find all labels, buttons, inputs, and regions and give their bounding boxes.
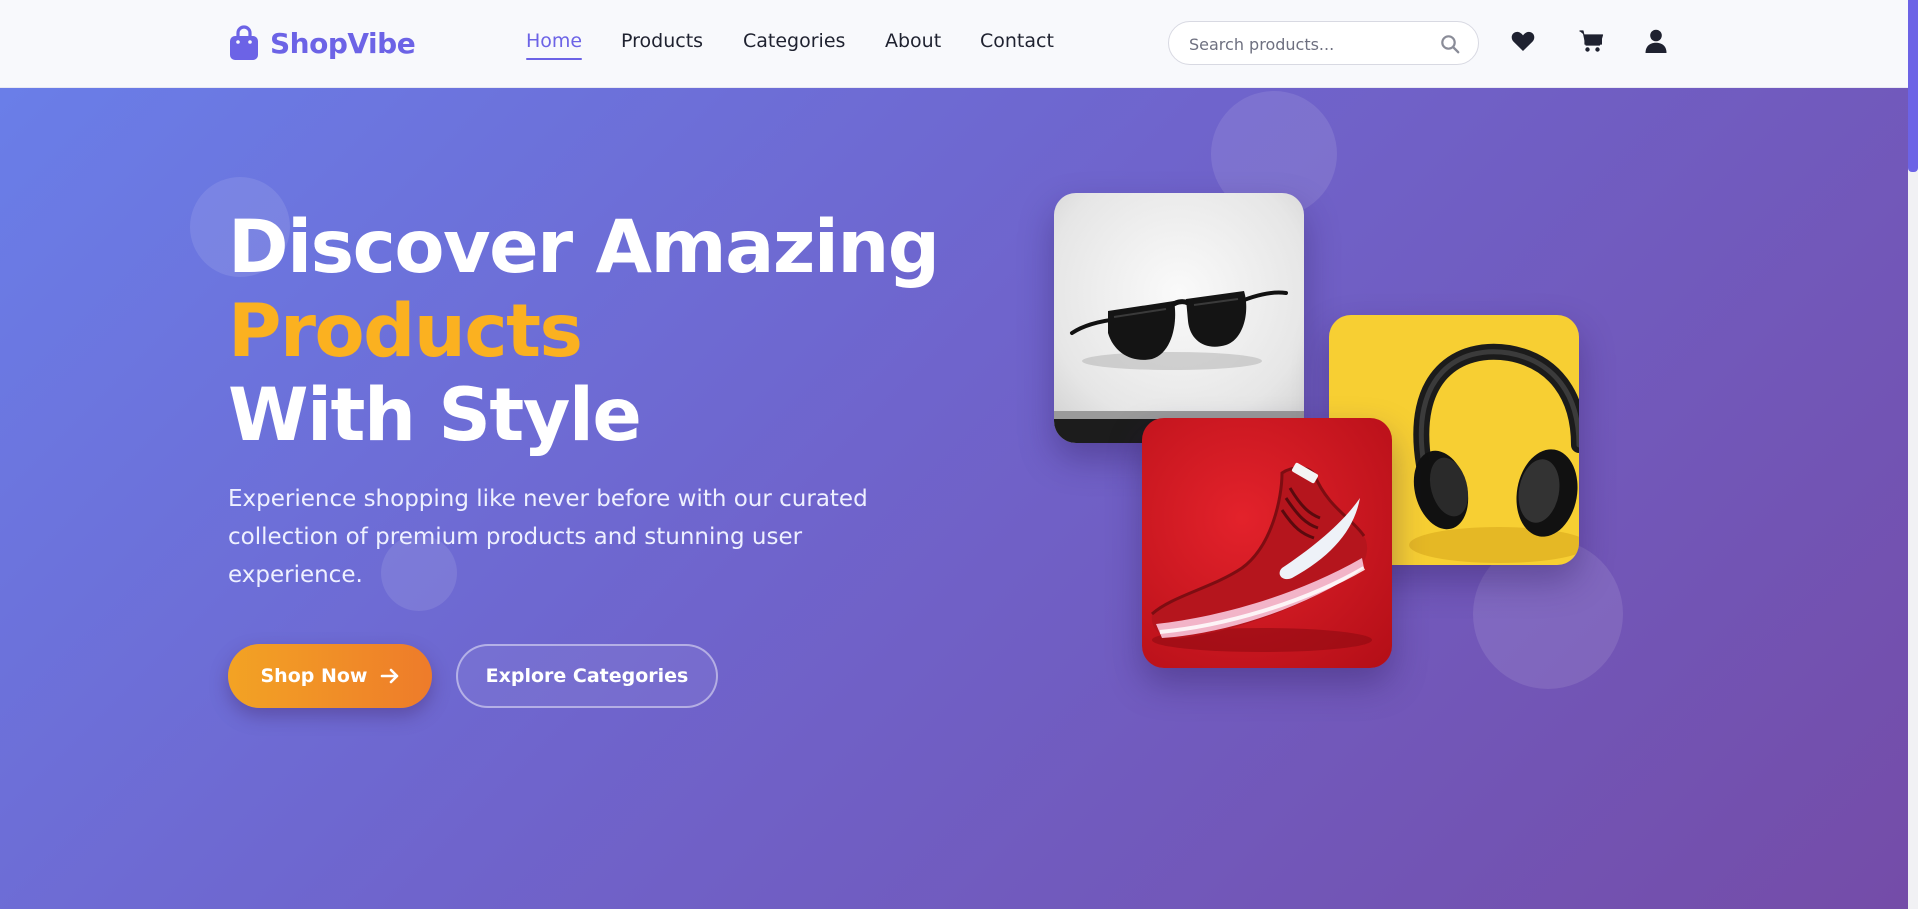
sunglasses-image <box>1054 193 1304 443</box>
sneaker-image <box>1142 418 1392 668</box>
explore-categories-button[interactable]: Explore Categories <box>456 644 718 708</box>
hero-headline: Discover Amazing Products With Style <box>228 205 940 458</box>
shopping-bag-icon <box>230 25 258 60</box>
headline-line-1: Discover Amazing <box>228 205 940 290</box>
page-scrollbar[interactable] <box>1908 0 1918 909</box>
hero-subtitle: Experience shopping like never before wi… <box>228 486 868 588</box>
nav-home[interactable]: Home <box>526 30 583 60</box>
shop-now-button[interactable]: Shop Now <box>228 644 432 708</box>
user-icon[interactable] <box>1643 28 1669 54</box>
nav-products[interactable]: Products <box>621 30 703 52</box>
nav-categories[interactable]: Categories <box>743 30 845 52</box>
brand-logo[interactable]: ShopVibe <box>228 25 416 61</box>
cart-icon[interactable] <box>1578 28 1604 54</box>
search-icon[interactable] <box>1440 34 1460 54</box>
headline-line-3: With Style <box>228 373 642 458</box>
heart-icon[interactable] <box>1510 28 1536 54</box>
site-header: ShopVibe Home Products Categories About … <box>0 0 1908 88</box>
arrow-right-icon <box>380 668 398 684</box>
product-card-sunglasses[interactable] <box>1054 193 1304 443</box>
hero-section: Discover Amazing Products With Style Exp… <box>0 88 1908 909</box>
search-bar <box>1168 21 1479 65</box>
nav-contact[interactable]: Contact <box>980 30 1054 52</box>
product-card-sneaker[interactable] <box>1142 418 1392 668</box>
nav-about[interactable]: About <box>885 30 941 52</box>
scrollbar-thumb[interactable] <box>1908 0 1918 172</box>
search-input[interactable] <box>1189 32 1429 56</box>
headline-highlight: Products <box>228 289 583 374</box>
brand-name: ShopVibe <box>270 26 416 60</box>
shop-now-label: Shop Now <box>260 665 368 687</box>
